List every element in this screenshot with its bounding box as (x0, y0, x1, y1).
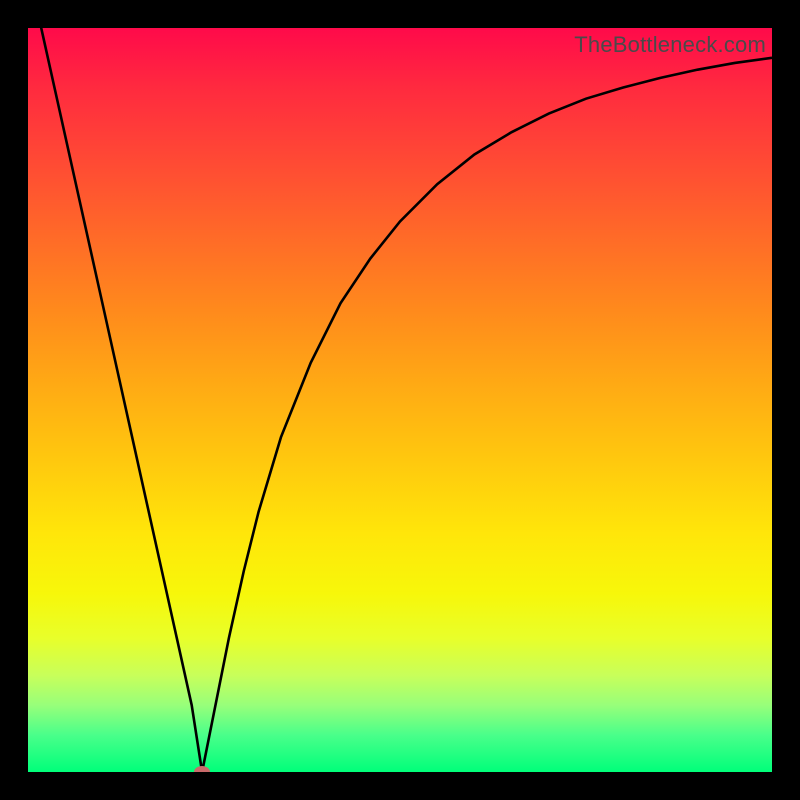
plot-area: TheBottleneck.com (28, 28, 772, 772)
watermark-text: TheBottleneck.com (574, 32, 766, 58)
optimal-point-marker (194, 766, 210, 772)
bottleneck-curve (28, 28, 772, 772)
chart-frame: TheBottleneck.com (0, 0, 800, 800)
curve-layer (28, 28, 772, 772)
